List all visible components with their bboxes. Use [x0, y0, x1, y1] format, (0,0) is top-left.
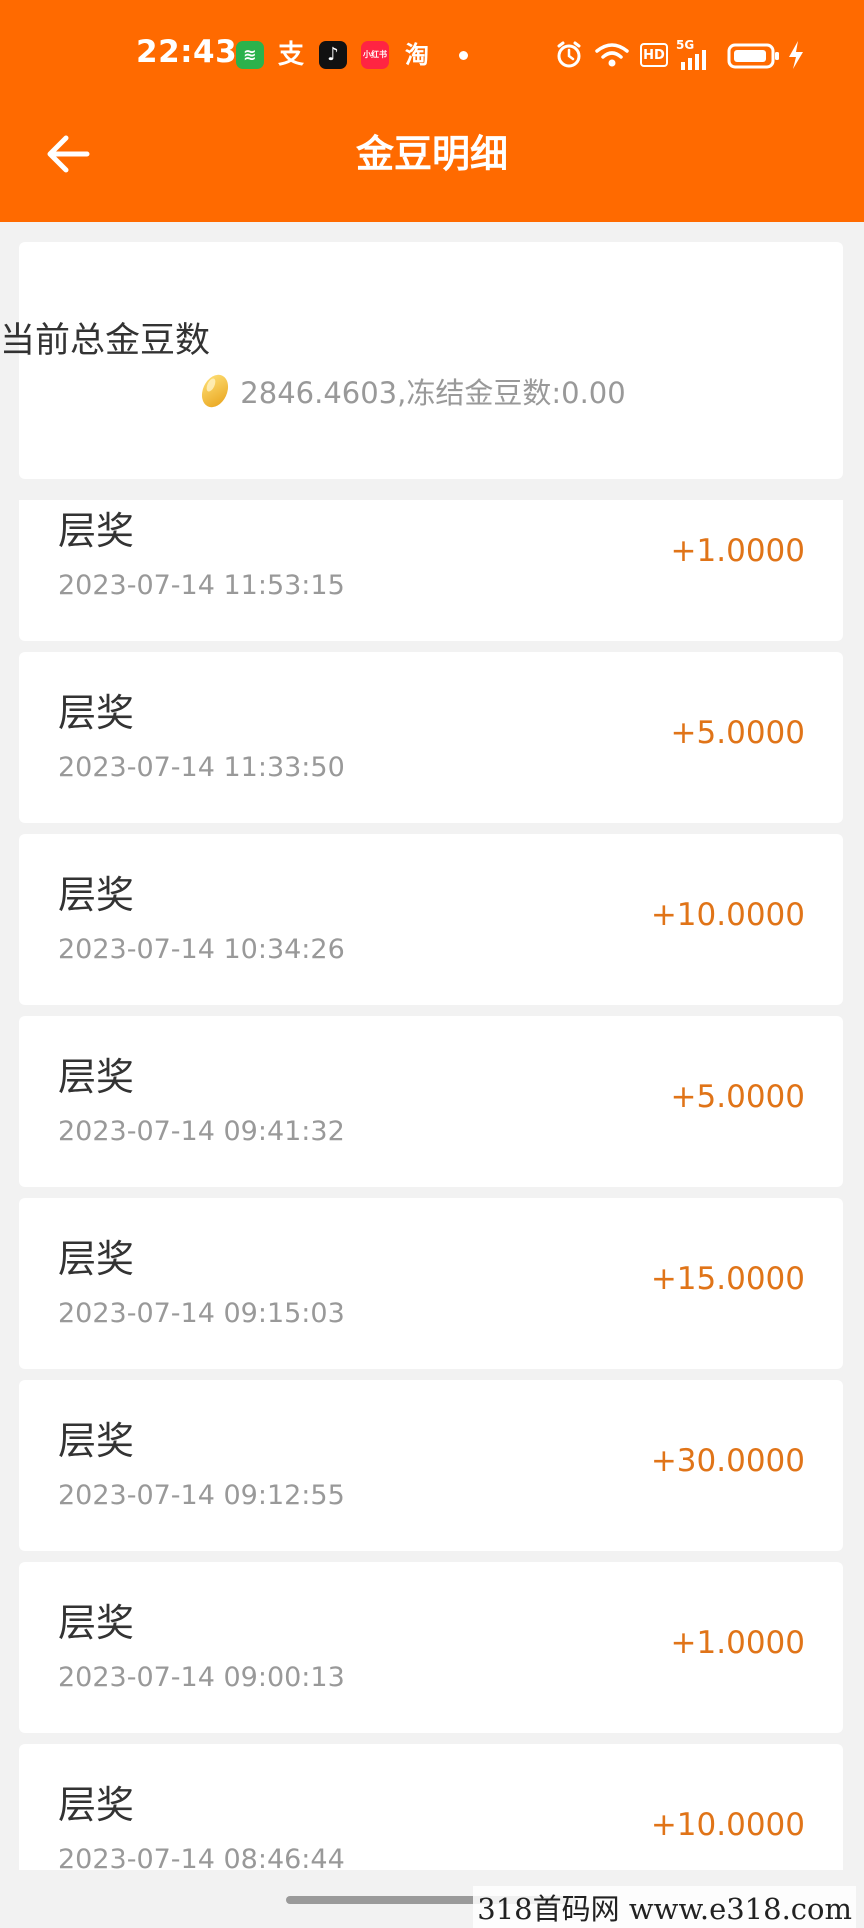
record-amount: +5.0000 [670, 715, 805, 751]
record-title: 层奖 [58, 1055, 135, 1099]
page-title: 金豆明细 [355, 132, 508, 176]
notification-dot-icon [459, 51, 468, 60]
record-amount: +1.0000 [670, 1625, 805, 1661]
record-title: 层奖 [58, 509, 135, 553]
record-title: 层奖 [58, 1237, 135, 1281]
record-amount: +10.0000 [650, 1807, 805, 1843]
total-beans-label: 当前总金豆数 [0, 321, 211, 361]
record-amount: +1.0000 [670, 533, 805, 569]
bean-records-list[interactable]: 层奖 2023-07-14 11:53:15 +1.0000 层奖 2023-07-14… [19, 500, 843, 1870]
record-amount: +15.0000 [650, 1261, 805, 1297]
alarm-icon [557, 41, 581, 68]
record-amount: +30.0000 [650, 1443, 805, 1479]
wechat-mini-icon: ≋ [236, 41, 264, 69]
record-time: 2023-07-14 11:33:50 [58, 752, 345, 783]
signal-icon [681, 50, 706, 70]
battery-icon [727, 43, 779, 69]
record-row[interactable]: 层奖 2023-07-14 10:34:26 +10.0000 [19, 834, 843, 1005]
record-row[interactable]: 层奖 2023-07-14 11:33:50 +5.0000 [19, 652, 843, 823]
record-amount: +10.0000 [650, 897, 805, 933]
wifi-icon [595, 43, 629, 67]
record-time: 2023-07-14 09:41:32 [58, 1116, 345, 1147]
status-bar: 22:43 ≋ 支 ♪ 小红书 淘 HD 5G [0, 0, 864, 110]
alipay-icon: 支 [277, 40, 304, 70]
status-time: 22:43 [136, 34, 238, 70]
record-amount: +5.0000 [670, 1079, 805, 1115]
record-row[interactable]: 层奖 2023-07-14 09:12:55 +30.0000 [19, 1380, 843, 1551]
watermark: 318首码网 www.e318.com [473, 1886, 856, 1928]
record-time: 2023-07-14 09:00:13 [58, 1662, 345, 1693]
frozen-beans-label: ,冻结金豆数: [397, 376, 562, 410]
balance-line: 2846.4603,冻结金豆数:0.00 [0, 370, 824, 412]
xiaohongshu-icon: 小红书 [361, 41, 389, 69]
record-title: 层奖 [58, 873, 135, 917]
record-row[interactable]: 层奖 2023-07-14 09:15:03 +15.0000 [19, 1198, 843, 1369]
record-time: 2023-07-14 09:12:55 [58, 1480, 345, 1511]
charging-icon [789, 41, 803, 69]
record-row[interactable]: 层奖 2023-07-14 09:41:32 +5.0000 [19, 1016, 843, 1187]
record-title: 层奖 [58, 1783, 135, 1827]
record-title: 层奖 [58, 1601, 135, 1645]
record-time: 2023-07-14 09:15:03 [58, 1298, 345, 1329]
frozen-beans-value: 0.00 [561, 376, 626, 410]
record-row[interactable]: 层奖 2023-07-14 09:00:13 +1.0000 [19, 1562, 843, 1733]
gold-bean-icon [202, 374, 229, 408]
total-beans-value: 2846.4603 [240, 376, 398, 410]
hd-icon: HD [640, 43, 668, 67]
taobao-icon: 淘 [405, 41, 429, 69]
app-header: 22:43 ≋ 支 ♪ 小红书 淘 HD 5G 金豆明细 [0, 0, 864, 222]
record-time: 2023-07-14 11:53:15 [58, 570, 345, 601]
record-title: 层奖 [58, 1419, 135, 1463]
record-time: 2023-07-14 10:34:26 [58, 934, 345, 965]
record-title: 层奖 [58, 691, 135, 735]
record-row[interactable]: 层奖 2023-07-14 11:53:15 +1.0000 [19, 500, 843, 641]
douyin-icon: ♪ [319, 41, 347, 69]
record-time: 2023-07-14 08:46:44 [58, 1844, 345, 1870]
record-row[interactable]: 层奖 2023-07-14 08:46:44 +10.0000 [19, 1744, 843, 1870]
